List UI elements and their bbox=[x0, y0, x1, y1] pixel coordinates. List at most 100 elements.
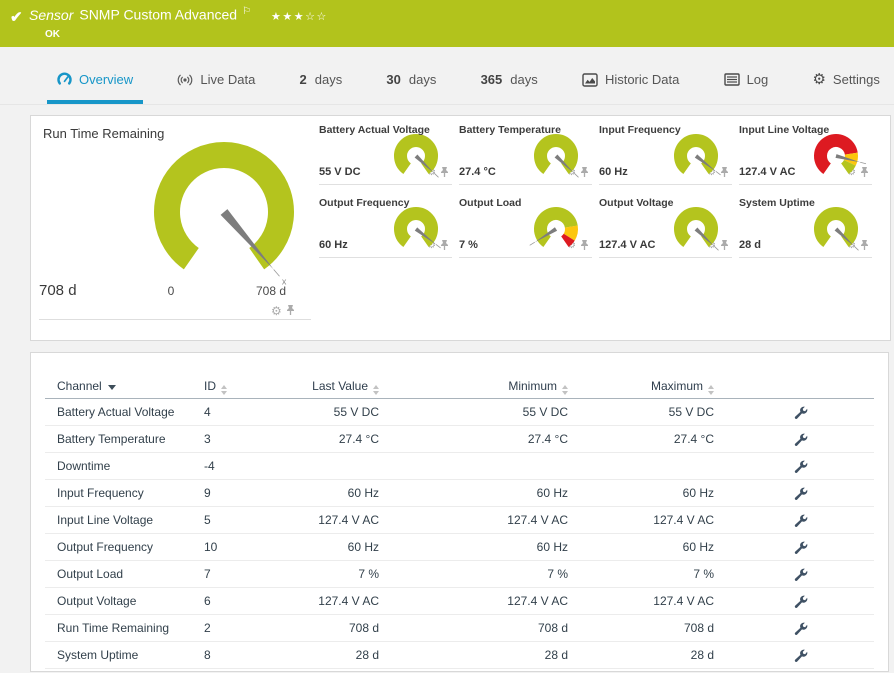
sensor-kind-label: Sensor bbox=[29, 6, 74, 23]
sort-desc-icon bbox=[107, 385, 116, 390]
channel-name: Output Load bbox=[57, 567, 124, 581]
wrench-icon[interactable] bbox=[794, 433, 808, 447]
tab-bar: Overview Live Data 2 days 30 days 365 days Histo… bbox=[0, 47, 894, 105]
gauge-dial bbox=[664, 201, 728, 268]
channel-maximum: 60 Hz bbox=[682, 486, 714, 500]
wrench-icon[interactable] bbox=[794, 487, 808, 501]
star-filled-icon[interactable]: ★ bbox=[282, 11, 293, 23]
tab-label: Historic Data bbox=[604, 72, 680, 87]
tab-live-data[interactable]: Live Data bbox=[167, 72, 265, 104]
channel-minimum: 7 % bbox=[547, 567, 568, 581]
gauge-value: 127.4 V AC bbox=[739, 166, 796, 178]
column-header-channel[interactable]: Channel bbox=[57, 373, 204, 399]
tab-range-number: 2 bbox=[299, 72, 307, 87]
channel-last-value: 127.4 V AC bbox=[318, 513, 379, 527]
column-label: ID bbox=[204, 379, 216, 393]
channel-table-body: Battery Actual Voltage 4 55 V DC 55 V DC 55 … bbox=[31, 399, 888, 669]
channel-name: Input Frequency bbox=[57, 486, 144, 500]
tab-range-number: 30 bbox=[386, 72, 401, 87]
priority-stars[interactable]: ★★★☆☆ bbox=[271, 11, 328, 23]
wrench-icon[interactable] bbox=[794, 406, 808, 420]
table-row-output-voltage[interactable]: Output Voltage 6 127.4 V AC 127.4 V AC 127.4… bbox=[45, 588, 874, 615]
column-header-id[interactable]: ID bbox=[204, 373, 304, 399]
table-row-input-frequency[interactable]: Input Frequency 9 60 Hz 60 Hz 60 Hz bbox=[45, 480, 874, 507]
tab-30-days[interactable]: 30 days bbox=[376, 72, 446, 104]
column-header-maximum[interactable]: Maximum bbox=[568, 373, 714, 399]
column-header-last-value[interactable]: Last Value bbox=[304, 373, 379, 399]
wrench-icon[interactable] bbox=[794, 649, 808, 663]
channel-gauge-output-frequency: Output Frequency 60 Hz ⚙ bbox=[319, 197, 452, 258]
gauge-value: 27.4 °C bbox=[459, 166, 496, 178]
tab-365-days[interactable]: 365 days bbox=[471, 72, 548, 104]
wrench-icon[interactable] bbox=[794, 622, 808, 636]
wrench-icon[interactable] bbox=[794, 568, 808, 582]
gauge-value: 28 d bbox=[739, 239, 762, 251]
channel-id: 6 bbox=[204, 594, 211, 608]
log-icon bbox=[723, 73, 740, 86]
channel-gauge-battery-temperature: Battery Temperature 27.4 °C ⚙ bbox=[459, 124, 592, 185]
table-row-battery-actual-voltage[interactable]: Battery Actual Voltage 4 55 V DC 55 V DC 55 … bbox=[45, 399, 874, 426]
gauge-title: Output Load bbox=[459, 197, 522, 209]
channel-minimum: 28 d bbox=[544, 648, 568, 662]
channel-name: Downtime bbox=[57, 459, 111, 473]
table-row-output-load[interactable]: Output Load 7 7 % 7 % 7 % bbox=[45, 561, 874, 588]
main-gauge-scale-min: 0 bbox=[167, 284, 175, 298]
gear-tab-icon: ⚙ bbox=[812, 71, 826, 88]
tab-label: days bbox=[314, 72, 343, 87]
channel-name: Run Time Remaining bbox=[57, 621, 170, 635]
star-filled-icon[interactable]: ★ bbox=[271, 11, 282, 23]
channel-minimum bbox=[379, 453, 568, 480]
gauge-value: 7 % bbox=[459, 239, 478, 251]
table-row-system-uptime[interactable]: System Uptime 8 28 d 28 d 28 d bbox=[45, 642, 874, 669]
gauge-dial bbox=[664, 128, 728, 195]
sort-icon bbox=[221, 385, 227, 395]
channel-id: 10 bbox=[204, 540, 218, 554]
channel-id: -4 bbox=[204, 459, 215, 473]
star-empty-icon[interactable]: ☆ bbox=[316, 11, 327, 23]
tab-overview[interactable]: Overview bbox=[47, 72, 144, 104]
channel-id: 2 bbox=[204, 621, 211, 635]
channel-minimum: 60 Hz bbox=[536, 540, 568, 554]
tab-settings[interactable]: ⚙ Settings bbox=[802, 72, 889, 104]
wrench-icon[interactable] bbox=[794, 460, 808, 474]
gauge-dial bbox=[384, 201, 448, 268]
channel-last-value: 60 Hz bbox=[347, 540, 379, 554]
channel-name: Battery Actual Voltage bbox=[57, 405, 175, 419]
channel-last-value: 60 Hz bbox=[347, 486, 379, 500]
table-row-battery-temperature[interactable]: Battery Temperature 3 27.4 °C 27.4 °C 27.4 °… bbox=[45, 426, 874, 453]
channel-maximum: 27.4 °C bbox=[673, 432, 714, 446]
channel-maximum: 55 V DC bbox=[668, 405, 714, 419]
pin-icon[interactable] bbox=[286, 302, 295, 320]
column-label: Channel bbox=[57, 379, 102, 393]
star-filled-icon[interactable]: ★ bbox=[294, 11, 305, 23]
table-row-run-time-remaining[interactable]: Run Time Remaining 2 708 d 708 d 708 d bbox=[45, 615, 874, 642]
gauge-title: Input Line Voltage bbox=[739, 124, 830, 136]
column-header-minimum[interactable]: Minimum bbox=[379, 373, 568, 399]
tab-2-days[interactable]: 2 days bbox=[290, 72, 353, 104]
channel-gauge-input-line-voltage: Input Line Voltage 127.4 V AC ⚙ bbox=[739, 124, 872, 185]
table-row-input-line-voltage[interactable]: Input Line Voltage 5 127.4 V AC 127.4 V AC 1… bbox=[45, 507, 874, 534]
page-title: SNMP Custom Advanced bbox=[79, 6, 238, 23]
channel-minimum: 127.4 V AC bbox=[507, 594, 568, 608]
tab-label: Live Data bbox=[200, 72, 256, 87]
tab-log[interactable]: Log bbox=[714, 72, 779, 104]
gauge-value: 60 Hz bbox=[599, 166, 628, 178]
main-gauge-scale-max: 708 d bbox=[255, 284, 287, 298]
wrench-icon[interactable] bbox=[794, 514, 808, 528]
run-time-remaining-gauge: x bbox=[144, 138, 304, 295]
table-row-downtime[interactable]: Downtime -4 bbox=[45, 453, 874, 480]
channel-minimum: 60 Hz bbox=[536, 486, 568, 500]
channel-last-value bbox=[304, 453, 379, 480]
gear-icon[interactable]: ⚙ bbox=[271, 305, 282, 317]
channel-table-header: Channel ID Last Value Minimum Maximum bbox=[45, 373, 874, 399]
gauge-title: Output Frequency bbox=[319, 197, 410, 209]
wrench-icon[interactable] bbox=[794, 541, 808, 555]
tab-label: Overview bbox=[79, 72, 134, 87]
gauge-icon bbox=[57, 72, 72, 87]
table-row-output-frequency[interactable]: Output Frequency 10 60 Hz 60 Hz 60 Hz bbox=[45, 534, 874, 561]
star-empty-icon[interactable]: ☆ bbox=[305, 11, 316, 23]
tab-historic-data[interactable]: Historic Data bbox=[572, 72, 689, 104]
channel-id: 5 bbox=[204, 513, 211, 527]
wrench-icon[interactable] bbox=[794, 595, 808, 609]
channel-last-value: 127.4 V AC bbox=[318, 594, 379, 608]
